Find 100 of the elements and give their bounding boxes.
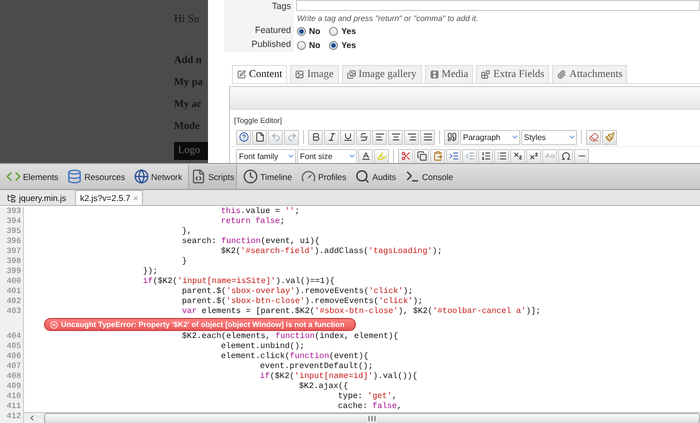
code-line: parent.$('sbox-overlay').removeEvents('click'); xyxy=(181,287,413,297)
line-number: 395 xyxy=(0,227,24,237)
pencil-square-icon xyxy=(237,70,246,79)
tags-input-field[interactable] xyxy=(296,0,700,11)
devtools-panel-tab[interactable]: Elements xyxy=(3,164,62,188)
align-center-button[interactable] xyxy=(388,130,403,144)
form-tab[interactable]: Image gallery xyxy=(342,65,422,83)
line-number: 407 xyxy=(0,362,24,372)
highlight-icon xyxy=(376,151,386,161)
code-line: } xyxy=(181,257,187,267)
strikethrough-icon xyxy=(358,132,368,142)
align-right-button[interactable] xyxy=(404,130,419,144)
bold-icon xyxy=(310,132,320,142)
dropdown-select[interactable]: Font family xyxy=(236,148,296,163)
radio-label: Yes xyxy=(341,39,356,52)
form-tab[interactable]: Content xyxy=(232,65,288,83)
file-tab[interactable]: k2.js?v=2.5.7 × xyxy=(75,190,144,205)
ordered-list-button[interactable] xyxy=(478,148,493,163)
eraser-button[interactable] xyxy=(586,130,601,144)
align-left-button[interactable] xyxy=(372,130,387,144)
devtools-panel-tab[interactable]: Resources xyxy=(64,164,128,188)
line-number: 405 xyxy=(0,342,24,352)
devtools-panel-tab[interactable]: Console xyxy=(402,164,456,188)
gauge-icon xyxy=(301,169,316,184)
radio-label: No xyxy=(309,25,320,38)
subscript-button[interactable] xyxy=(510,148,525,163)
blockquote-icon xyxy=(446,132,456,142)
dropdown-select[interactable]: Styles xyxy=(521,130,577,144)
text-color-button[interactable] xyxy=(358,148,373,163)
new-document-button[interactable] xyxy=(252,130,267,144)
code-line: $K2.ajax({ xyxy=(298,382,348,392)
paintbrush-button[interactable] xyxy=(602,130,617,144)
paperclip-icon xyxy=(557,70,566,79)
radio-button[interactable] xyxy=(329,40,338,50)
copy-button[interactable] xyxy=(414,148,429,163)
file-code-icon xyxy=(191,169,206,184)
paste-icon xyxy=(432,151,442,161)
superscript-button[interactable] xyxy=(526,148,541,163)
underline-icon xyxy=(342,132,352,142)
line-number: 412 xyxy=(0,412,24,423)
radio-button[interactable] xyxy=(297,40,306,50)
ordered-list-icon xyxy=(480,151,490,161)
terminal-icon xyxy=(405,169,420,184)
bullet-list-button[interactable] xyxy=(494,148,509,163)
logout-button[interactable]: Logo xyxy=(174,142,208,160)
form-tab[interactable]: Image xyxy=(290,65,338,83)
devtools-panel-tab[interactable]: Timeline xyxy=(240,164,296,188)
line-number: 396 xyxy=(0,237,24,247)
form-tab[interactable]: Media xyxy=(424,65,474,83)
italic-button[interactable] xyxy=(324,130,339,144)
close-button[interactable]: × xyxy=(133,194,138,202)
line-number: 404 xyxy=(0,332,24,342)
paste-button[interactable] xyxy=(430,148,445,163)
code-line: cache: false, xyxy=(337,402,402,412)
bold-button[interactable] xyxy=(308,130,323,144)
line-number: 403 xyxy=(0,307,24,317)
devtools-panel-tab[interactable]: Audits xyxy=(352,164,400,188)
code-line: if($K2('input[name=isSite]').val()==1){ xyxy=(142,277,335,287)
copy-icon xyxy=(416,151,426,161)
code-line: event.preventDefault(); xyxy=(259,362,374,372)
cut-icon xyxy=(400,151,410,161)
chevron-left-icon xyxy=(28,414,36,422)
code-line: element.click(function(event){ xyxy=(220,352,368,362)
clock-icon xyxy=(243,169,258,184)
italic-icon xyxy=(326,132,336,142)
help-button[interactable] xyxy=(236,130,251,144)
indent-button[interactable] xyxy=(446,148,461,163)
dropdown-select[interactable]: Font size xyxy=(297,148,357,163)
new-document-icon xyxy=(254,132,264,142)
tree-icon xyxy=(7,194,16,202)
case-icon xyxy=(544,151,554,161)
line-number: 400 xyxy=(0,277,24,287)
code-line: search: function(event, ui){ xyxy=(181,237,320,247)
field-label: Featured xyxy=(224,24,294,38)
cut-button[interactable] xyxy=(398,148,413,163)
dropdown-select[interactable]: Paragraph xyxy=(460,130,520,144)
radio-button[interactable] xyxy=(297,26,306,36)
form-tab[interactable]: Attachments xyxy=(552,65,628,83)
horizontal-rule-button[interactable] xyxy=(574,148,589,163)
devtools-panel-tab[interactable]: Profiles xyxy=(298,164,350,188)
file-tab[interactable]: jquery.min.js xyxy=(2,190,72,205)
form-tab[interactable]: Extra Fields xyxy=(476,65,550,83)
field-label: Published xyxy=(224,38,294,52)
devtools-panel-tab[interactable]: Network xyxy=(131,164,186,188)
align-justify-button[interactable] xyxy=(420,130,435,144)
radio-button[interactable] xyxy=(329,26,338,36)
hint-text: Write a tag and press "return" or "comma" to add it. xyxy=(296,13,480,24)
underline-button[interactable] xyxy=(340,130,355,144)
code-icon xyxy=(6,169,21,184)
align-right-icon xyxy=(406,132,416,142)
line-number: 398 xyxy=(0,257,24,267)
special-character-button[interactable] xyxy=(558,148,573,163)
strikethrough-button[interactable] xyxy=(356,130,371,144)
align-justify-icon xyxy=(422,132,432,142)
devtools-panel-tab[interactable]: Scripts xyxy=(188,164,238,188)
code-line: parent.$('sbox-btn-close').removeEvents('click'); xyxy=(181,297,423,307)
blockquote-button[interactable] xyxy=(444,130,459,144)
globe-icon xyxy=(134,169,150,184)
indent-icon xyxy=(448,151,458,161)
error-icon xyxy=(50,320,58,328)
